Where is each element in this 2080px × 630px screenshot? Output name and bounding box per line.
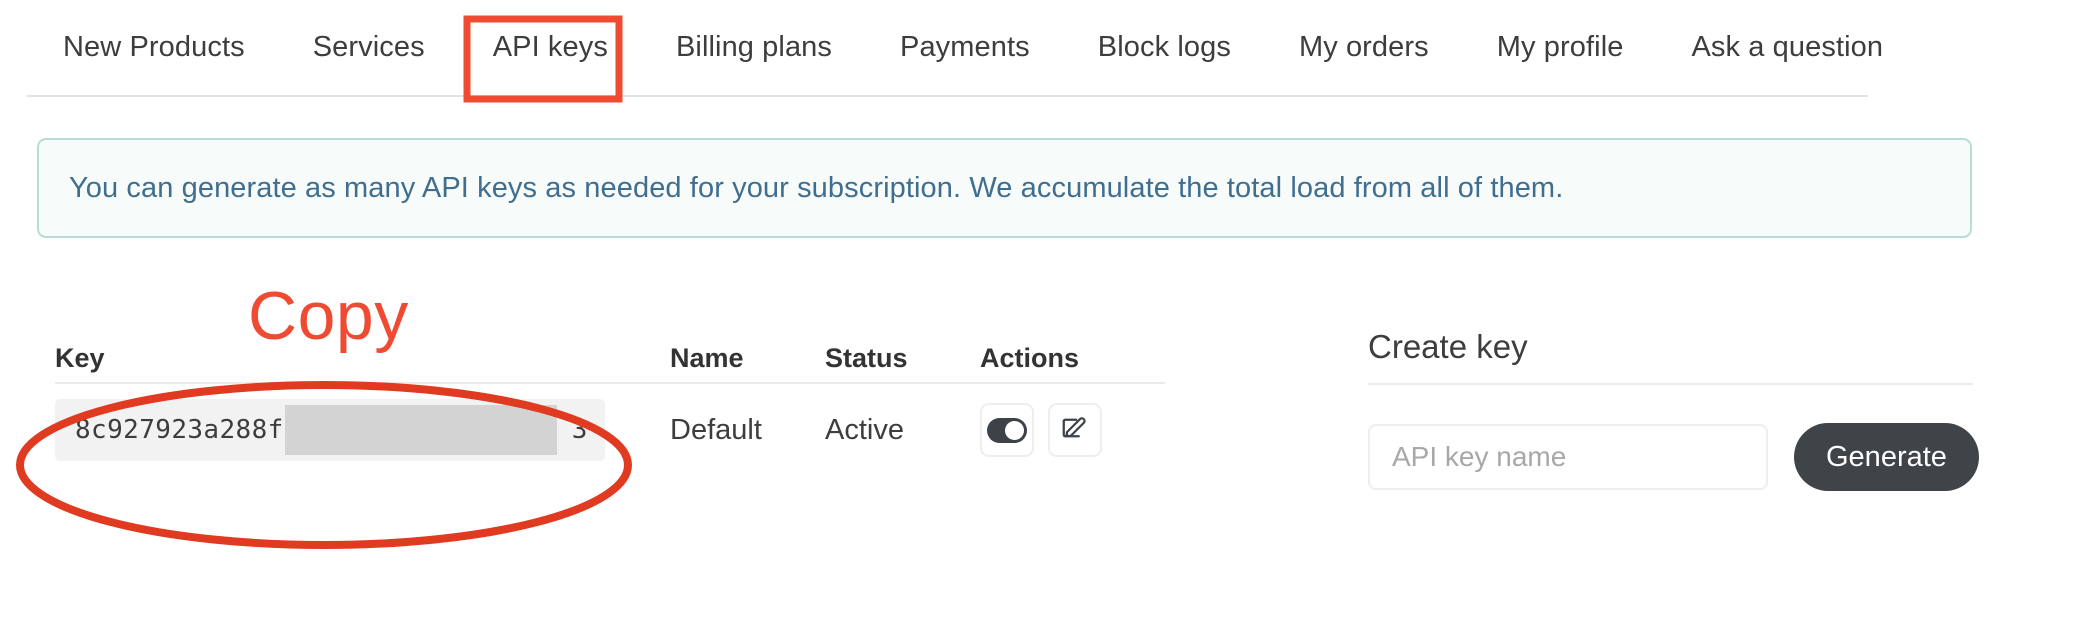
tab-my-profile[interactable]: My profile xyxy=(1463,33,1658,62)
api-keys-table: Key Name Status Actions 8c927923a288f2 3… xyxy=(55,330,1165,476)
tab-block-logs[interactable]: Block logs xyxy=(1064,33,1265,62)
tab-payments[interactable]: Payments xyxy=(866,33,1064,62)
action-button-group xyxy=(980,403,1102,457)
create-key-panel: Create key Generate xyxy=(1368,328,1979,491)
api-key-pill[interactable]: 8c927923a288f2 3 xyxy=(55,399,605,461)
api-key-text: 8c927923a288f2 xyxy=(75,415,300,445)
generate-key-button[interactable]: Generate xyxy=(1794,423,1979,491)
info-banner: You can generate as many API keys as nee… xyxy=(37,138,1972,238)
main-tab-nav: New Products Services API keys Billing p… xyxy=(27,0,1883,97)
table-header-row: Key Name Status Actions xyxy=(55,330,1165,384)
create-key-divider xyxy=(1368,383,1973,385)
create-key-form: Generate xyxy=(1368,423,1979,491)
api-key-value-cell[interactable]: 8c927923a288f2 3 xyxy=(55,399,670,461)
tab-billing-plans[interactable]: Billing plans xyxy=(642,33,866,62)
column-header-status: Status xyxy=(825,343,908,373)
column-header-key: Key xyxy=(55,343,105,373)
api-key-name-cell: Default xyxy=(670,413,762,446)
api-keys-page: New Products Services API keys Billing p… xyxy=(0,0,2080,630)
create-key-title: Create key xyxy=(1368,328,1528,365)
info-banner-text: You can generate as many API keys as nee… xyxy=(69,171,1564,204)
tab-my-orders[interactable]: My orders xyxy=(1265,33,1463,62)
tab-ask-a-question[interactable]: Ask a question xyxy=(1657,33,1917,62)
toggle-switch-icon xyxy=(987,417,1027,443)
api-key-actions-cell xyxy=(980,403,1165,457)
api-key-redaction-block xyxy=(285,405,557,455)
table-row: 8c927923a288f2 3 Default Active xyxy=(55,384,1165,476)
edit-pencil-icon xyxy=(1060,411,1090,449)
column-header-actions: Actions xyxy=(980,343,1080,373)
tab-new-products[interactable]: New Products xyxy=(27,33,279,62)
toggle-active-button[interactable] xyxy=(980,403,1034,457)
api-key-name-input[interactable] xyxy=(1368,424,1768,490)
column-header-name: Name xyxy=(670,343,744,373)
edit-key-button[interactable] xyxy=(1048,403,1102,457)
tab-api-keys[interactable]: API keys xyxy=(459,33,642,62)
api-key-status-cell: Active xyxy=(825,413,904,446)
tab-services[interactable]: Services xyxy=(279,33,459,62)
